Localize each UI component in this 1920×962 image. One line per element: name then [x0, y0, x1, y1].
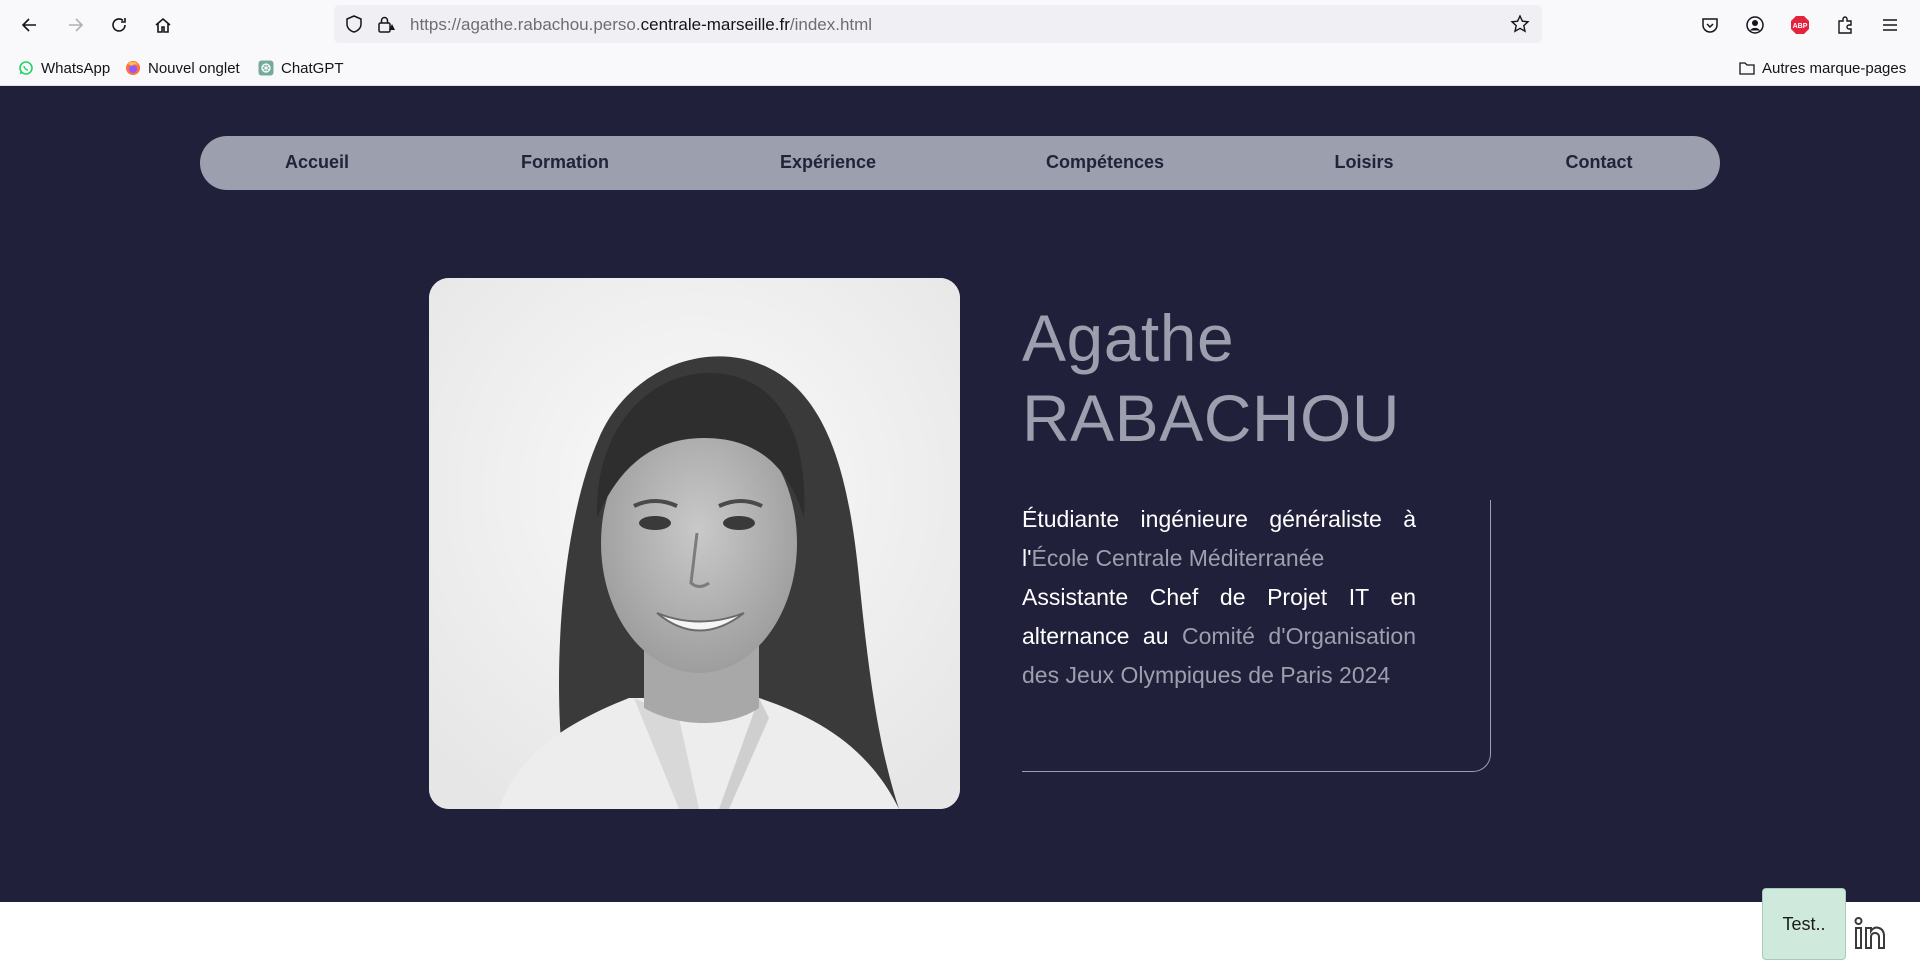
first-name: Agathe	[1022, 301, 1235, 375]
bookmark-chatgpt[interactable]: ChatGPT	[258, 58, 344, 78]
chatgpt-icon	[258, 60, 274, 76]
lock-warning-icon[interactable]	[376, 14, 396, 34]
reload-icon[interactable]	[105, 11, 133, 39]
nav-contact[interactable]: Contact	[1566, 152, 1633, 173]
profile-photo	[429, 278, 960, 809]
firefox-icon	[125, 60, 141, 76]
bookmark-whatsapp[interactable]: WhatsApp	[18, 58, 110, 78]
bookmark-star-icon[interactable]	[1510, 14, 1530, 34]
profile-name: Agathe RABACHOU	[1022, 298, 1400, 458]
nav-accueil[interactable]: Accueil	[285, 152, 349, 173]
bio-text: Étudiante ingénieure généraliste à l'Éco…	[1022, 506, 1416, 688]
bookmark-new-tab[interactable]: Nouvel onglet	[125, 58, 240, 78]
menu-icon[interactable]	[1876, 11, 1904, 39]
pocket-icon[interactable]	[1696, 11, 1724, 39]
extensions-icon[interactable]	[1831, 11, 1859, 39]
nav-formation[interactable]: Formation	[521, 152, 609, 173]
nav-experience[interactable]: Expérience	[780, 152, 876, 173]
nav-loisirs[interactable]: Loisirs	[1334, 152, 1393, 173]
nav-competences[interactable]: Compétences	[1046, 152, 1164, 173]
whatsapp-icon	[18, 60, 34, 76]
linkedin-icon[interactable]	[1854, 916, 1888, 950]
other-bookmarks-folder[interactable]: Autres marque-pages	[1739, 58, 1906, 78]
back-icon[interactable]	[16, 11, 44, 39]
home-icon[interactable]	[149, 11, 177, 39]
svg-text:ABP: ABP	[1793, 23, 1808, 30]
url-text: https://agathe.rabachou.perso.centrale-m…	[410, 15, 873, 34]
browser-toolbar: https://agathe.rabachou.perso.centrale-m…	[0, 0, 1920, 50]
school-link[interactable]: École Centrale Méditerranée	[1032, 545, 1325, 571]
folder-icon	[1739, 60, 1755, 76]
bookmarks-bar: WhatsApp Nouvel onglet ChatGPT Autres ma…	[0, 50, 1920, 86]
last-name: RABACHOU	[1022, 381, 1401, 455]
address-bar[interactable]: https://agathe.rabachou.perso.centrale-m…	[334, 5, 1542, 43]
main-nav: Accueil Formation Expérience Compétences…	[200, 136, 1720, 190]
forward-icon[interactable]	[61, 11, 89, 39]
test-button[interactable]: Test..	[1762, 888, 1846, 960]
hero-section: Accueil Formation Expérience Compétences…	[0, 86, 1920, 902]
tracking-shield-icon[interactable]	[344, 14, 364, 34]
adblock-icon[interactable]: ABP	[1786, 11, 1814, 39]
account-icon[interactable]	[1741, 11, 1769, 39]
bio-card: Étudiante ingénieure généraliste à l'Éco…	[1022, 500, 1491, 772]
